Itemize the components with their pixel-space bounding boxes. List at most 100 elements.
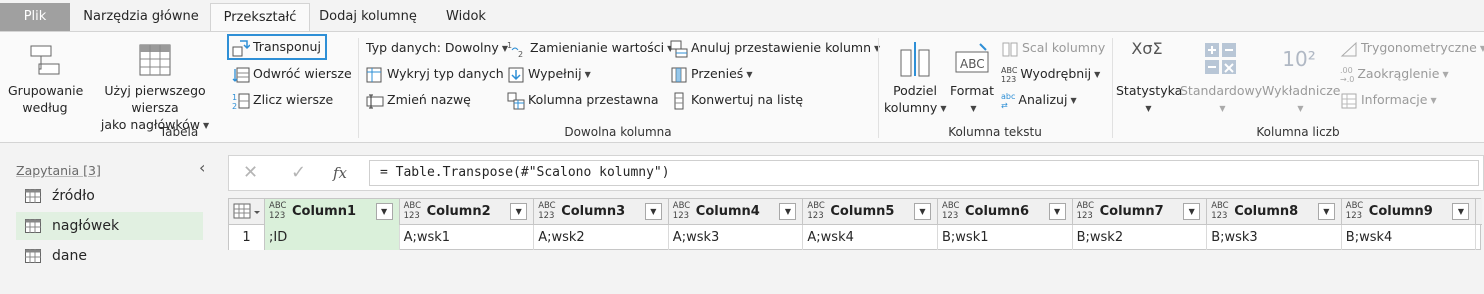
extract-button[interactable]: ABC 123 Wyodrębnij ▼ xyxy=(1001,64,1100,84)
table-icon xyxy=(25,219,41,233)
type-any-icon[interactable]: ABC 123 xyxy=(942,201,959,221)
table-cell[interactable]: A;wsk1 xyxy=(400,225,535,250)
replace-values-icon: 1 2 xyxy=(507,41,523,58)
column-filter-dropdown[interactable]: ▼ xyxy=(644,203,662,220)
tab-add-column[interactable]: Dodaj kolumnę xyxy=(312,3,424,32)
column-filter-dropdown[interactable]: ▼ xyxy=(1317,203,1335,220)
data-type-dropdown[interactable]: Typ danych: Dowolny ▼ xyxy=(366,38,508,58)
move-button[interactable]: Przenieś ▼ xyxy=(670,64,752,84)
tab-file[interactable]: Plik xyxy=(0,3,70,32)
table-cell[interactable]: B;wsk3 xyxy=(1207,225,1342,250)
convert-to-list-button[interactable]: Konwertuj na listę xyxy=(670,90,803,110)
pivot-column-button[interactable]: Kolumna przestawna xyxy=(507,90,659,110)
detect-type-button[interactable]: Wykryj typ danych xyxy=(366,64,504,84)
confirm-formula-icon[interactable]: ✓ xyxy=(291,162,306,183)
column-header[interactable]: ABC 123 Column9 ▼ xyxy=(1342,199,1477,225)
column-header[interactable]: ABC 123 Column3 ▼ xyxy=(534,199,669,225)
table-icon xyxy=(25,249,41,263)
information-button[interactable]: Informacje ▼ xyxy=(1340,90,1437,110)
chevron-down-icon: ▼ xyxy=(584,69,591,79)
column-header[interactable]: ABC 123 Column2 ▼ xyxy=(400,199,535,225)
type-123-label: 123 xyxy=(1345,211,1363,221)
fill-button[interactable]: Wypełnij ▼ xyxy=(507,64,591,84)
column-filter-dropdown[interactable]: ▼ xyxy=(913,203,931,220)
column-header[interactable]: ABC 123 Column7 ▼ xyxy=(1073,199,1208,225)
type-abc-label: ABC xyxy=(1076,201,1095,211)
chevron-down-icon: ▼ xyxy=(970,104,977,113)
type-any-icon[interactable]: ABC 123 xyxy=(673,201,690,221)
type-any-icon[interactable]: ABC 123 xyxy=(1077,201,1094,221)
parse-button[interactable]: abc ⇄ Analizuj ▼ xyxy=(1001,90,1077,110)
rename-button[interactable]: Zmień nazwę xyxy=(366,90,471,110)
group-label-table: Tabela xyxy=(159,125,199,139)
table-cell[interactable]: B;wsk2 xyxy=(1073,225,1208,250)
reverse-rows-button[interactable]: Odwróć wiersze xyxy=(232,64,352,84)
abc-123-icon: ABC 123 xyxy=(1001,65,1018,84)
replace-values-button[interactable]: 1 2 Zamienianie wartości ▼ xyxy=(507,38,673,58)
table-cell[interactable]: A;wsk2 xyxy=(534,225,669,250)
collapse-pane-icon[interactable]: ‹ xyxy=(199,158,205,177)
merge-columns-button[interactable]: Scal kolumny xyxy=(1001,38,1105,58)
type-any-icon[interactable]: ABC 123 xyxy=(404,201,421,221)
column-header[interactable]: ABC 123 Column1 ▼ xyxy=(265,199,400,225)
chevron-down-icon: ▼ xyxy=(746,69,753,79)
type-any-icon[interactable]: ABC 123 xyxy=(269,201,286,221)
type-any-icon[interactable]: ABC 123 xyxy=(538,201,555,221)
exponential-label: Wykładnicze xyxy=(1262,83,1341,98)
group-by-button[interactable]: Grupowanie według xyxy=(8,42,83,116)
format-button[interactable]: ABC Format ▼ xyxy=(948,40,996,117)
table-cell[interactable]: B;wsk1 xyxy=(938,225,1073,250)
rename-icon xyxy=(366,94,384,108)
chevron-down-icon: ▼ xyxy=(1457,207,1464,216)
column-name: Column6 xyxy=(965,204,1030,219)
exponential-button[interactable]: 10² Wykładnicze ▼ xyxy=(1262,40,1340,117)
convert-to-list-label: Konwertuj na listę xyxy=(691,92,804,107)
trigonometry-button[interactable]: Trygonometryczne ▼ xyxy=(1340,38,1484,58)
statistics-button[interactable]: XσΣ Statystyka ▼ xyxy=(1116,40,1182,117)
standard-button[interactable]: Standardowy ▼ xyxy=(1180,40,1262,117)
column-header[interactable]: ABC 123 Column6 ▼ xyxy=(938,199,1073,225)
data-type-label: Typ danych: Dowolny xyxy=(366,40,499,55)
parse-icon: abc ⇄ xyxy=(1001,91,1016,110)
use-first-row-button[interactable]: Użyj pierwszego wiersza jako nagłówków ▼ xyxy=(84,42,226,134)
transpose-button[interactable]: Transponuj xyxy=(232,37,321,57)
formula-input[interactable]: = Table.Transpose(#"Scalono kolumny") xyxy=(369,160,1479,186)
cancel-formula-icon[interactable]: ✕ xyxy=(243,162,258,183)
queries-header[interactable]: Zapytania [3] xyxy=(16,163,101,178)
tab-view[interactable]: Widok xyxy=(430,3,502,32)
column-filter-dropdown[interactable]: ▼ xyxy=(375,203,393,220)
column-header[interactable]: ABC 123 Column4 ▼ xyxy=(669,199,804,225)
rounding-button[interactable]: .00 →.0 Zaokrąglenie ▼ xyxy=(1340,64,1449,84)
column-header[interactable]: ABC 123 Column5 ▼ xyxy=(803,199,938,225)
type-any-icon[interactable]: ABC 123 xyxy=(1211,201,1228,221)
table-menu-button[interactable] xyxy=(229,199,265,225)
split-column-button[interactable]: Podziel kolumny ▼ xyxy=(884,40,947,117)
chevron-down-icon: ▼ xyxy=(940,104,947,113)
tab-transform[interactable]: Przekształć xyxy=(210,3,310,33)
query-item-selected[interactable]: nagłówek xyxy=(16,212,203,240)
table-icon xyxy=(25,189,41,203)
column-header[interactable]: ABC 123 Column8 ▼ xyxy=(1207,199,1342,225)
query-item-label: dane xyxy=(52,248,87,264)
table-cell[interactable]: B;wsk4 xyxy=(1342,225,1477,250)
column-filter-dropdown[interactable]: ▼ xyxy=(1452,203,1470,220)
tab-home[interactable]: Narzędzia główne xyxy=(73,3,209,32)
count-rows-button[interactable]: 1 2 Zlicz wiersze xyxy=(232,90,333,110)
fx-icon[interactable]: fx xyxy=(333,164,347,182)
merge-columns-label: Scal kolumny xyxy=(1022,40,1106,55)
type-any-icon[interactable]: ABC 123 xyxy=(807,201,824,221)
column-filter-dropdown[interactable]: ▼ xyxy=(779,203,797,220)
query-item[interactable]: dane xyxy=(16,242,203,270)
column-filter-dropdown[interactable]: ▼ xyxy=(1183,203,1201,220)
table-cell[interactable]: A;wsk3 xyxy=(669,225,804,250)
table-cell[interactable]: ;ID xyxy=(265,225,400,250)
header-row: ABC 123 Column1 ▼ ABC 123 Column2 ▼ ABC 123 Column… xyxy=(229,199,1482,225)
column-filter-dropdown[interactable]: ▼ xyxy=(510,203,528,220)
query-item-label: nagłówek xyxy=(52,218,120,234)
unpivot-columns-button[interactable]: Anuluj przestawienie kolumn▼ xyxy=(670,38,880,58)
table-cell[interactable]: A;wsk4 xyxy=(803,225,938,250)
chevron-down-icon: ▼ xyxy=(1188,207,1195,216)
column-filter-dropdown[interactable]: ▼ xyxy=(1048,203,1066,220)
type-any-icon[interactable]: ABC 123 xyxy=(1346,201,1363,221)
query-item[interactable]: źródło xyxy=(16,182,203,210)
